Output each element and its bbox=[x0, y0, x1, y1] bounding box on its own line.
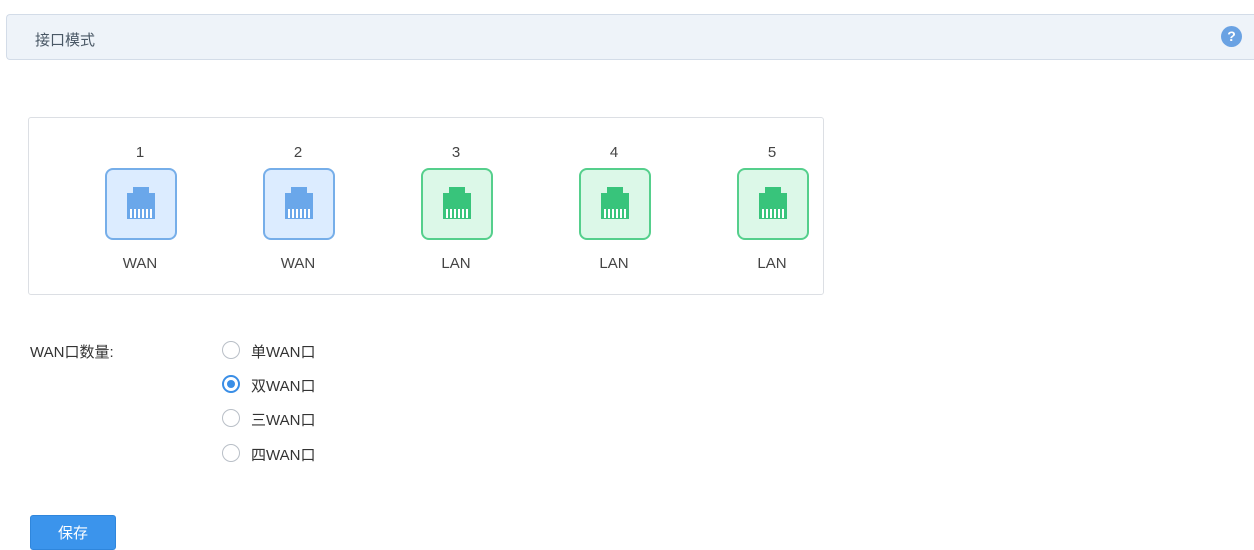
ethernet-port-icon bbox=[759, 187, 787, 219]
port-label: WAN bbox=[122, 255, 158, 272]
ethernet-port-icon bbox=[601, 187, 629, 219]
port-2: 2 WAN bbox=[243, 118, 353, 294]
port-number: 4 bbox=[609, 144, 619, 161]
help-question-icon[interactable]: ? bbox=[1221, 26, 1242, 47]
ethernet-port-icon bbox=[443, 187, 471, 219]
section-title: 接口模式 bbox=[35, 32, 96, 49]
port-number: 2 bbox=[293, 144, 303, 161]
port-4: 4 LAN bbox=[559, 118, 669, 294]
ethernet-port-icon bbox=[127, 187, 155, 219]
port-1: 1 WAN bbox=[85, 118, 195, 294]
port-number: 3 bbox=[451, 144, 461, 161]
radio-circle[interactable] bbox=[222, 341, 240, 359]
section-header: 接口模式 ? bbox=[6, 14, 1254, 60]
port-box[interactable] bbox=[263, 168, 335, 240]
wan-count-label: WAN口数量: bbox=[30, 344, 114, 361]
radio-label[interactable]: 单WAN口 bbox=[251, 341, 315, 362]
port-number: 1 bbox=[135, 144, 145, 161]
port-3: 3 LAN bbox=[401, 118, 511, 294]
port-number: 5 bbox=[767, 144, 777, 161]
radio-circle[interactable] bbox=[222, 409, 240, 427]
port-box[interactable] bbox=[579, 168, 651, 240]
save-button[interactable]: 保存 bbox=[30, 515, 116, 550]
port-label: WAN bbox=[280, 255, 316, 272]
ethernet-port-icon bbox=[285, 187, 313, 219]
port-label: LAN bbox=[599, 255, 629, 272]
radio-circle-checked[interactable] bbox=[222, 375, 240, 393]
port-box[interactable] bbox=[737, 168, 809, 240]
port-box[interactable] bbox=[105, 168, 177, 240]
port-label: LAN bbox=[441, 255, 471, 272]
radio-label[interactable]: 双WAN口 bbox=[251, 375, 315, 396]
radio-label[interactable]: 三WAN口 bbox=[251, 409, 315, 430]
port-label: LAN bbox=[757, 255, 787, 272]
port-5: 5 LAN bbox=[717, 118, 827, 294]
port-box[interactable] bbox=[421, 168, 493, 240]
radio-circle[interactable] bbox=[222, 444, 240, 462]
port-panel: 1 WAN 2 WAN 3 LAN 4 LAN 5 LAN bbox=[28, 117, 824, 295]
radio-label[interactable]: 四WAN口 bbox=[251, 444, 315, 465]
